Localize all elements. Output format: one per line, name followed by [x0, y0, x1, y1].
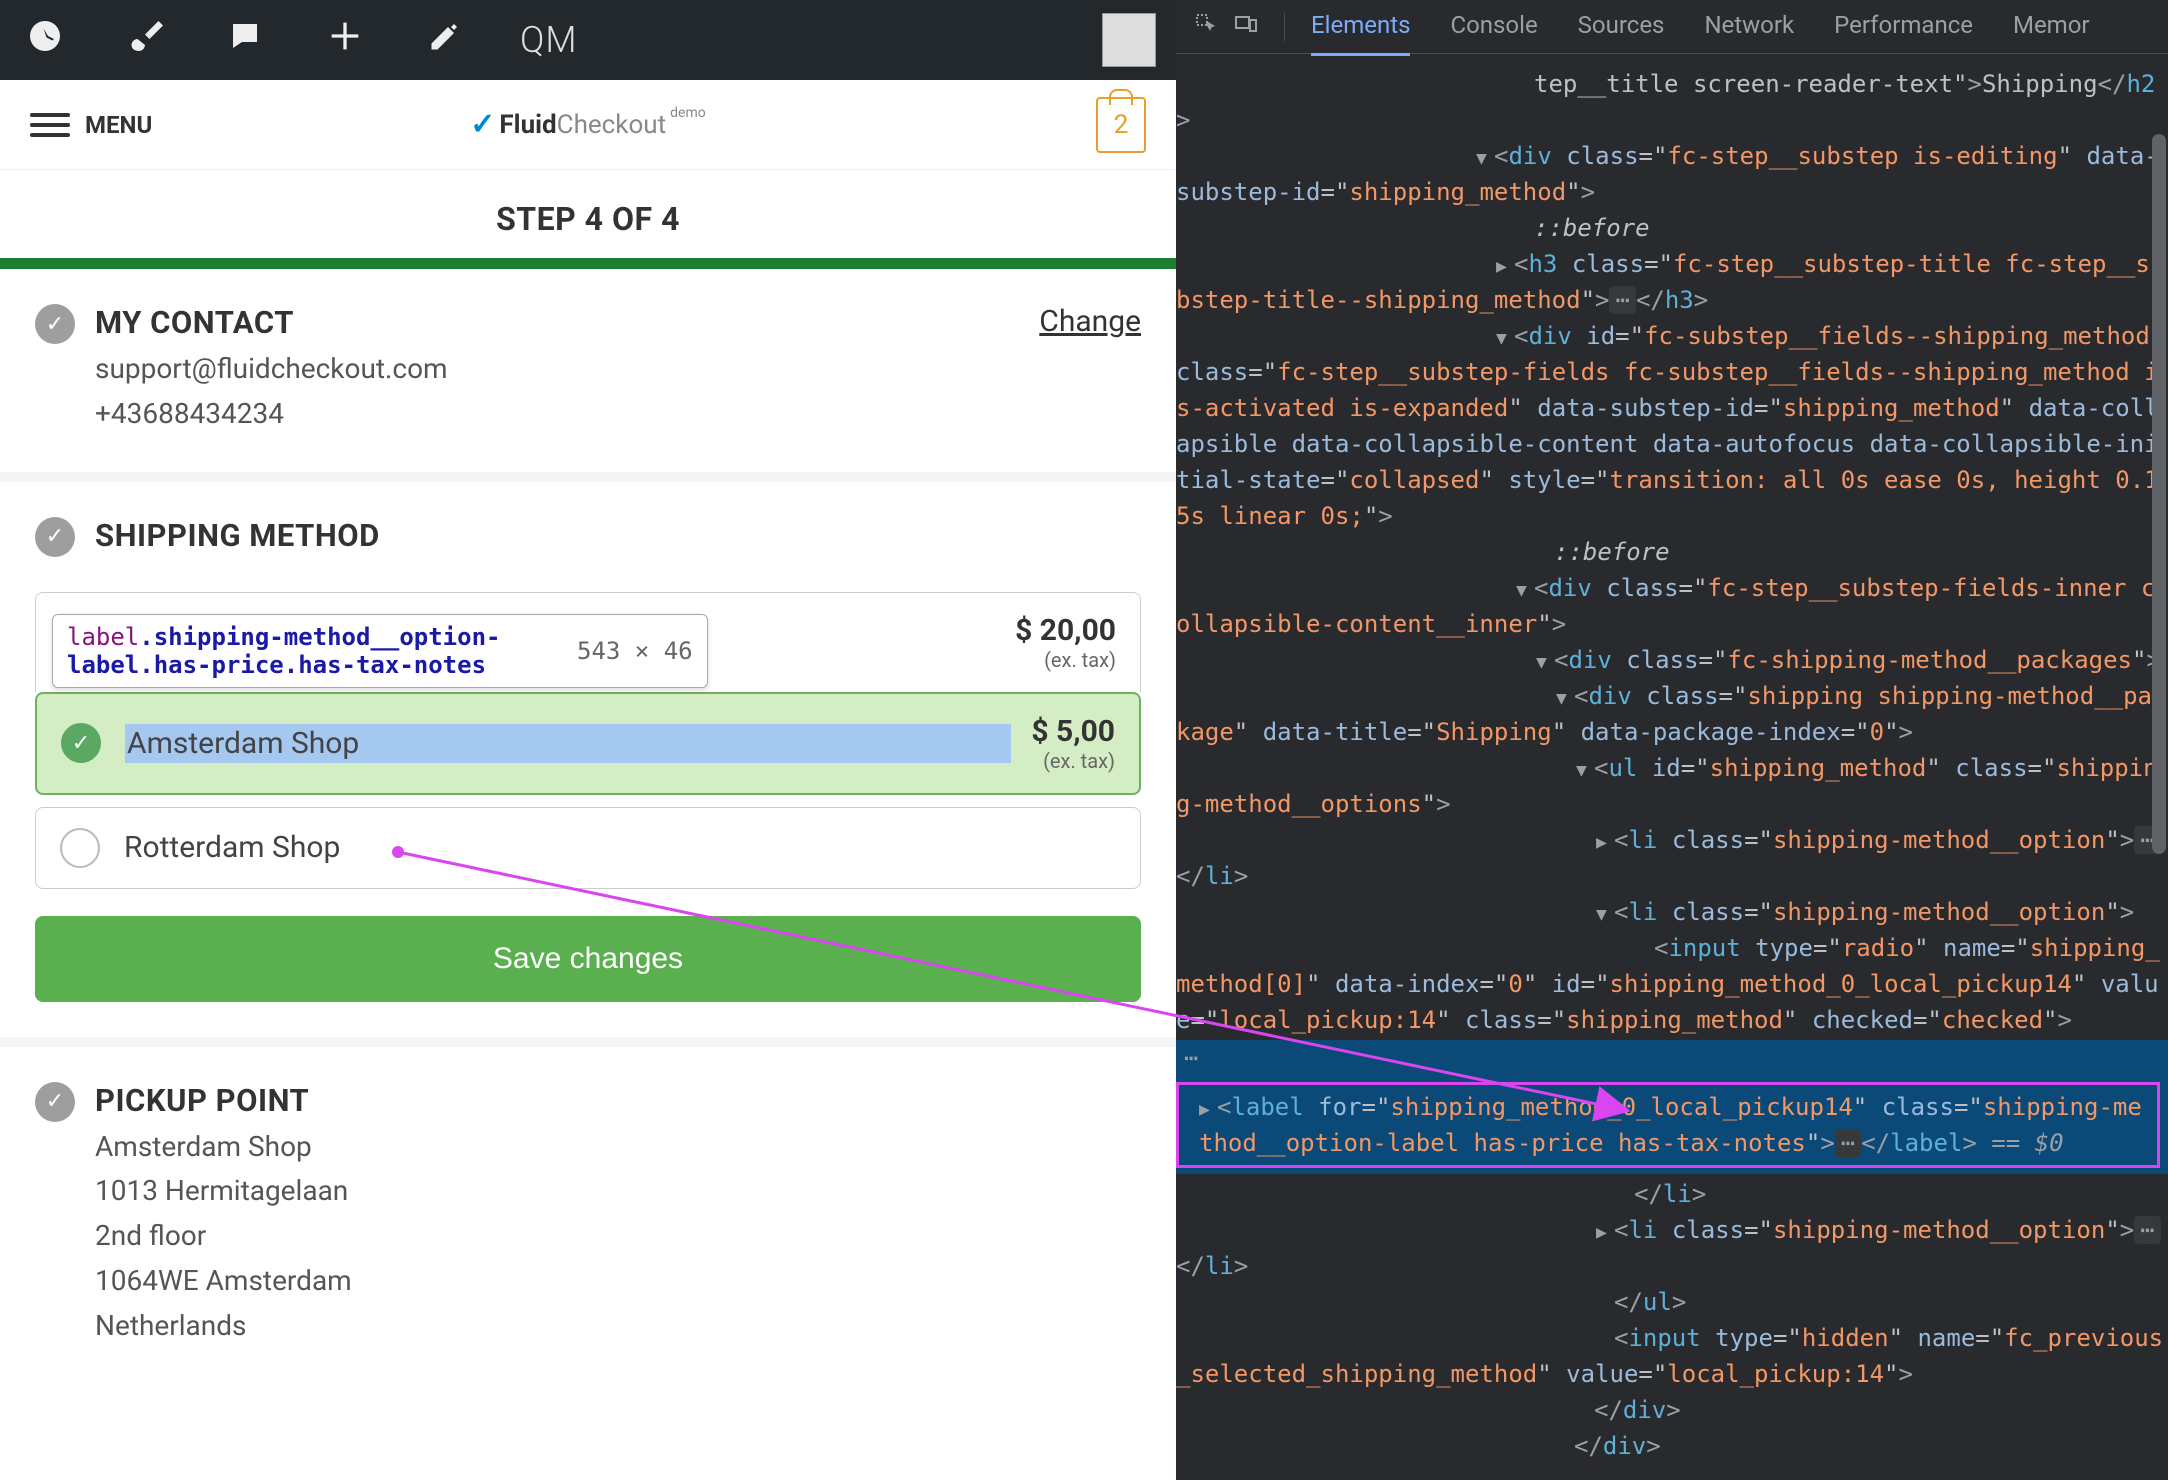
- radio-icon: [60, 828, 100, 868]
- dom-node[interactable]: </ul>: [1176, 1284, 2168, 1320]
- dom-node[interactable]: ▼<div class="fc-shipping-method__package…: [1176, 642, 2168, 678]
- comment-icon[interactable]: [220, 18, 270, 63]
- radio-icon: ✓: [61, 723, 101, 763]
- devtools-tab[interactable]: Console: [1450, 0, 1537, 56]
- pickup-address-line: Amsterdam Shop: [95, 1125, 352, 1170]
- menu-label: MENU: [85, 111, 152, 139]
- plus-icon[interactable]: [320, 16, 370, 65]
- site-logo[interactable]: ✓ FluidCheckout demo: [470, 107, 705, 142]
- contact-email: support@fluidcheckout.com: [95, 347, 448, 392]
- pickup-title: PICKUP POINT: [95, 1082, 352, 1119]
- dom-node[interactable]: </div>: [1176, 1428, 2168, 1464]
- devtools-toolbar: Elements Console Sources Network Performance…: [1176, 0, 2168, 54]
- dom-node[interactable]: ▼<div class="fc-step__substep is-editing…: [1176, 138, 2168, 210]
- dom-node[interactable]: ::before: [1176, 210, 2168, 246]
- page-viewport: QM MENU ✓ FluidCheckout demo 2 STEP 4 OF…: [0, 0, 1176, 1480]
- shipping-option[interactable]: Rotterdam Shop: [35, 807, 1141, 889]
- dom-node[interactable]: ▶<li class="shipping-method__option">⋯</…: [1176, 1212, 2168, 1284]
- dom-node[interactable]: tep__title screen-reader-text">Shipping<…: [1176, 66, 2168, 138]
- contact-title: MY CONTACT: [95, 304, 448, 341]
- dom-node[interactable]: ▼<ul id="shipping_method" class="shippin…: [1176, 750, 2168, 822]
- dom-node[interactable]: ▼<li class="shipping-method__option">: [1176, 894, 2168, 930]
- devtools-tab[interactable]: Network: [1704, 0, 1794, 56]
- dom-node[interactable]: ▶<li class="shipping-method__option">⋯</…: [1176, 822, 2168, 894]
- wp-admin-bar: QM: [0, 0, 1176, 80]
- devtools-tab[interactable]: Memor: [2013, 0, 2090, 56]
- dom-node[interactable]: </li>: [1176, 1176, 2168, 1212]
- dom-node[interactable]: <input type="radio" name="shipping_metho…: [1176, 930, 2168, 1038]
- devtools-tab[interactable]: Performance: [1834, 0, 1973, 56]
- check-icon: ✓: [35, 1082, 75, 1122]
- step-indicator: STEP 4 OF 4: [0, 170, 1176, 269]
- site-header: MENU ✓ FluidCheckout demo 2: [0, 80, 1176, 170]
- inspect-icon[interactable]: [1194, 12, 1218, 42]
- pickup-address-line: 2nd floor: [95, 1214, 352, 1259]
- check-icon: ✓: [470, 107, 495, 142]
- dom-node[interactable]: <input type="hidden" name="fc_previous_s…: [1176, 1320, 2168, 1392]
- device-icon[interactable]: [1234, 12, 1258, 42]
- dom-node[interactable]: ▼<div class="shipping shipping-method__p…: [1176, 678, 2168, 750]
- progress-bar: [0, 258, 1176, 269]
- devtools-panel: Elements Console Sources Network Performance…: [1176, 0, 2168, 1480]
- shipping-option-label: Amsterdam Shop: [125, 724, 1011, 763]
- dom-node[interactable]: ▶<h3 class="fc-step__substep-title fc-st…: [1176, 246, 2168, 318]
- brush-icon[interactable]: [120, 18, 170, 63]
- section-pickup: ✓ PICKUP POINT Amsterdam Shop1013 Hermit…: [0, 1047, 1176, 1384]
- cart-button[interactable]: 2: [1096, 97, 1146, 153]
- avatar[interactable]: [1102, 13, 1156, 67]
- pickup-address-line: Netherlands: [95, 1304, 352, 1349]
- elements-tree[interactable]: tep__title screen-reader-text">Shipping<…: [1176, 54, 2168, 1480]
- check-icon: ✓: [35, 304, 75, 344]
- check-icon: ✓: [35, 517, 75, 557]
- pickup-address-line: 1013 Hermitagelaan: [95, 1169, 352, 1214]
- edit-icon[interactable]: [420, 18, 470, 63]
- shipping-option[interactable]: ✓Amsterdam Shop$ 5,00(ex. tax)label.ship…: [35, 692, 1141, 795]
- save-button[interactable]: Save changes: [35, 916, 1141, 1002]
- menu-button[interactable]: MENU: [30, 111, 152, 139]
- dom-node[interactable]: ▼<div class="fc-step__substep-fields-inn…: [1176, 570, 2168, 642]
- dashboard-icon[interactable]: [20, 18, 70, 63]
- change-link[interactable]: Change: [1039, 304, 1141, 339]
- inspector-tooltip: label.shipping-method__option-label.has-…: [52, 614, 708, 688]
- devtools-tab[interactable]: Elements: [1311, 0, 1410, 56]
- scrollbar[interactable]: [2152, 54, 2166, 1480]
- dom-node[interactable]: </div>: [1176, 1392, 2168, 1428]
- dom-node[interactable]: ▼<div id="fc-substep__fields--shipping_m…: [1176, 318, 2168, 534]
- hamburger-icon: [30, 113, 70, 137]
- qm-label[interactable]: QM: [520, 19, 578, 61]
- section-contact: ✓ MY CONTACT support@fluidcheckout.com +…: [0, 269, 1176, 482]
- shipping-title: SHIPPING METHOD: [95, 517, 380, 554]
- section-shipping: ✓ SHIPPING METHOD $ 20,00(ex. tax)✓Amste…: [0, 482, 1176, 1047]
- devtools-tab[interactable]: Sources: [1578, 0, 1665, 56]
- dom-node[interactable]: ::before: [1176, 534, 2168, 570]
- shipping-option-label: Rotterdam Shop: [124, 830, 340, 865]
- step-title: STEP 4 OF 4: [0, 200, 1176, 238]
- contact-phone: +43688434234: [95, 392, 448, 437]
- pickup-address-line: 1064WE Amsterdam: [95, 1259, 352, 1304]
- dom-node[interactable]: ▶<label for="shipping_method_0_local_pic…: [1176, 1044, 2168, 1168]
